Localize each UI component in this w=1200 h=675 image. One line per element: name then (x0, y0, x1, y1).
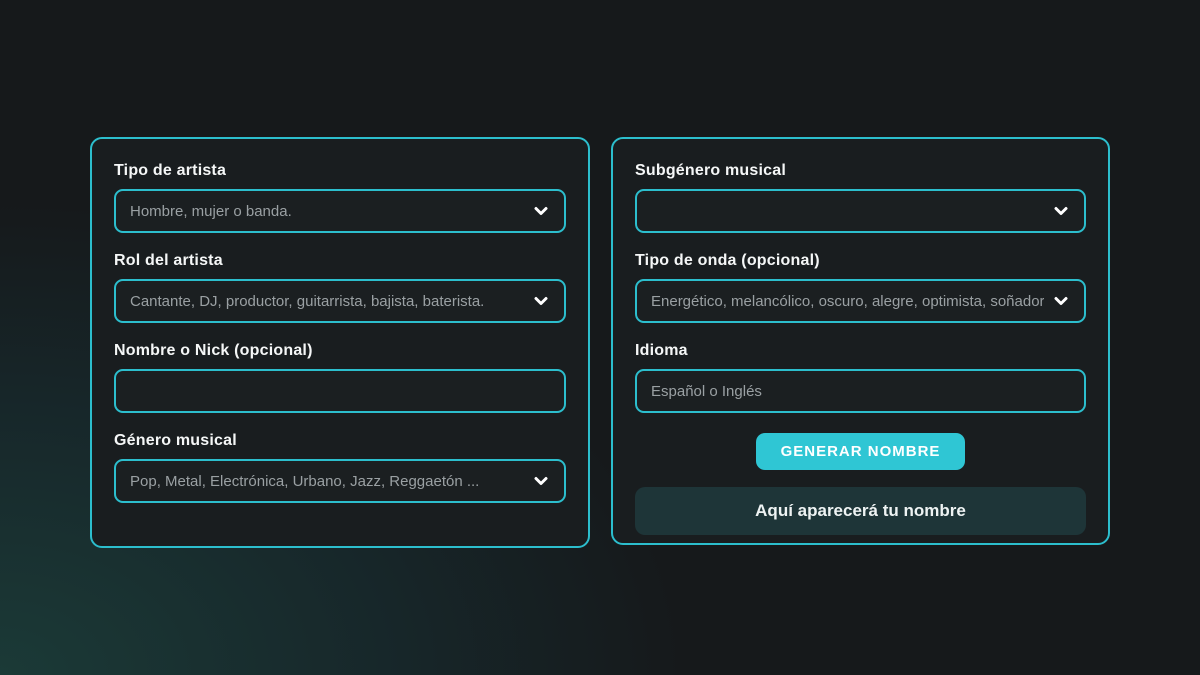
chevron-down-icon (532, 472, 550, 490)
genero-musical-label: Género musical (114, 432, 566, 450)
field-group-subgenero: Subgénero musical (635, 162, 1086, 233)
field-group-nombre-nick: Nombre o Nick (opcional) (114, 342, 566, 413)
genero-musical-placeholder: Pop, Metal, Electrónica, Urbano, Jazz, R… (130, 473, 524, 490)
chevron-down-icon (532, 202, 550, 220)
nombre-nick-label: Nombre o Nick (opcional) (114, 342, 566, 360)
tipo-onda-placeholder: Energético, melancólico, oscuro, alegre,… (651, 293, 1044, 310)
generator-options-card: Subgénero musical Tipo de onda (opcional… (611, 137, 1110, 545)
field-group-tipo-artista: Tipo de artista Hombre, mujer o banda. (114, 162, 566, 233)
tipo-artista-select[interactable]: Hombre, mujer o banda. (114, 189, 566, 233)
generate-name-button[interactable]: GENERAR NOMBRE (756, 433, 966, 470)
genero-musical-select[interactable]: Pop, Metal, Electrónica, Urbano, Jazz, R… (114, 459, 566, 503)
generate-button-row: GENERAR NOMBRE (635, 433, 1086, 470)
chevron-down-icon (1052, 202, 1070, 220)
rol-artista-label: Rol del artista (114, 252, 566, 270)
rol-artista-select[interactable]: Cantante, DJ, productor, guitarrista, ba… (114, 279, 566, 323)
tipo-onda-select[interactable]: Energético, melancólico, oscuro, alegre,… (635, 279, 1086, 323)
subgenero-label: Subgénero musical (635, 162, 1086, 180)
idioma-input[interactable] (635, 369, 1086, 413)
nombre-nick-input[interactable] (114, 369, 566, 413)
generated-name-result: Aquí aparecerá tu nombre (635, 487, 1086, 535)
tipo-artista-label: Tipo de artista (114, 162, 566, 180)
field-group-rol-artista: Rol del artista Cantante, DJ, productor,… (114, 252, 566, 323)
field-group-tipo-onda: Tipo de onda (opcional) Energético, mela… (635, 252, 1086, 323)
rol-artista-placeholder: Cantante, DJ, productor, guitarrista, ba… (130, 293, 524, 310)
idioma-label: Idioma (635, 342, 1086, 360)
tipo-artista-placeholder: Hombre, mujer o banda. (130, 203, 524, 220)
artist-form-card: Tipo de artista Hombre, mujer o banda. R… (90, 137, 590, 548)
chevron-down-icon (532, 292, 550, 310)
subgenero-select[interactable] (635, 189, 1086, 233)
chevron-down-icon (1052, 292, 1070, 310)
field-group-genero-musical: Género musical Pop, Metal, Electrónica, … (114, 432, 566, 503)
field-group-idioma: Idioma (635, 342, 1086, 413)
tipo-onda-label: Tipo de onda (opcional) (635, 252, 1086, 270)
